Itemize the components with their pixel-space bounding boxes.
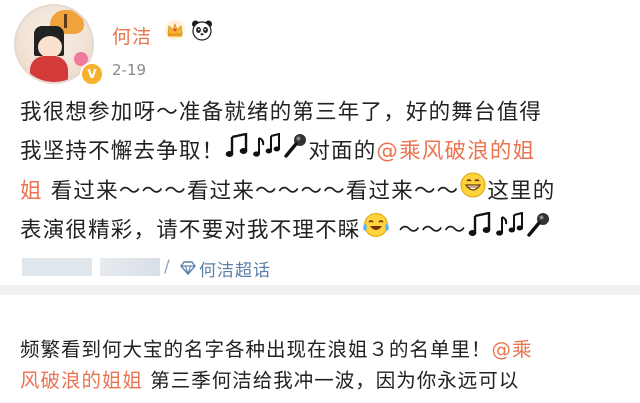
redacted-area xyxy=(22,258,92,276)
verified-badge-icon: V xyxy=(80,62,104,86)
username[interactable]: 何洁 xyxy=(112,22,152,49)
post-text-line: 我坚持不懈去争取！ 对面的@乘风破浪的姐 xyxy=(20,132,630,172)
post-text-line: 姐 看过来～～～看过来～～～～看过来～～ 这里的 xyxy=(20,172,630,212)
comment-line: 风破浪的姐姐 第三季何洁给我冲一波，因为你永远可以 xyxy=(20,365,632,396)
diamond-icon xyxy=(180,261,196,275)
comment-line: 频繁看到何大宝的名字各种出现在浪姐３的名单里！@乘 xyxy=(20,334,632,365)
mention-link[interactable]: @乘风破浪的姐 xyxy=(376,139,535,164)
crown-icon xyxy=(165,20,185,40)
panda-icon xyxy=(192,20,212,41)
redacted-area xyxy=(100,258,160,276)
section-divider xyxy=(0,285,640,295)
double-notes-icon xyxy=(494,211,524,251)
post-text-line: 我很想参加呀～准备就绪的第三年了，好的舞台值得 xyxy=(20,93,630,132)
double-notes-icon xyxy=(251,132,281,172)
supertopic-separator: / xyxy=(164,257,170,277)
avatar[interactable]: V xyxy=(14,4,104,86)
post-text-segment: 这里的 xyxy=(487,178,556,204)
post-text-segment: ～～～ xyxy=(390,218,467,243)
mention-link[interactable]: 姐 xyxy=(20,179,43,204)
post-text-segment: 我很想参加呀～准备就绪的第三年了，好的舞台值得 xyxy=(20,100,543,125)
avatar-tiger-stripe xyxy=(64,14,67,28)
grin-emoji xyxy=(460,172,486,211)
tears-of-joy-emoji xyxy=(362,212,390,251)
comment-text: 频繁看到何大宝的名字各种出现在浪姐３的名单里！@乘 风破浪的姐姐 第三季何洁给我… xyxy=(20,334,632,396)
comment-mention-link[interactable]: @乘 xyxy=(492,338,533,361)
weibo-post: V 何洁 2-19 我很想参加呀～准备就绪的第三年了，好的舞台值得 我坚持不懈去争… xyxy=(0,0,640,258)
comment-text-segment: 第三季何洁给我冲一波，因为你永远可以 xyxy=(143,369,520,392)
music-notes-icon xyxy=(225,132,249,172)
microphone-icon xyxy=(283,133,307,172)
avatar-body-shape xyxy=(30,56,68,82)
post-text: 我很想参加呀～准备就绪的第三年了，好的舞台值得 我坚持不懈去争取！ 对面的@乘风破浪… xyxy=(20,93,630,251)
post-text-segment: 看过来～～～看过来～～～～看过来～～ xyxy=(42,178,460,204)
post-text-segment: 对面的 xyxy=(308,139,377,164)
music-notes-icon xyxy=(468,211,492,251)
microphone-icon xyxy=(526,212,550,251)
post-date[interactable]: 2-19 xyxy=(112,61,146,79)
supertopic-bar xyxy=(0,252,640,282)
post-text-line: 表演很精彩，请不要对我不理不睬 ～～～ xyxy=(20,211,630,251)
post-text-segment: 表演很精彩，请不要对我不理不睬 xyxy=(20,218,361,243)
post-text-segment: 我坚持不懈去争取！ xyxy=(20,139,225,164)
supertopic-link[interactable]: 何洁超话 xyxy=(199,256,271,281)
comment-text-segment: 频繁看到何大宝的名字各种出现在浪姐３的名单里！ xyxy=(20,338,492,361)
avatar-face-shape xyxy=(38,36,62,58)
comment-mention-link[interactable]: 风破浪的姐姐 xyxy=(20,369,143,392)
